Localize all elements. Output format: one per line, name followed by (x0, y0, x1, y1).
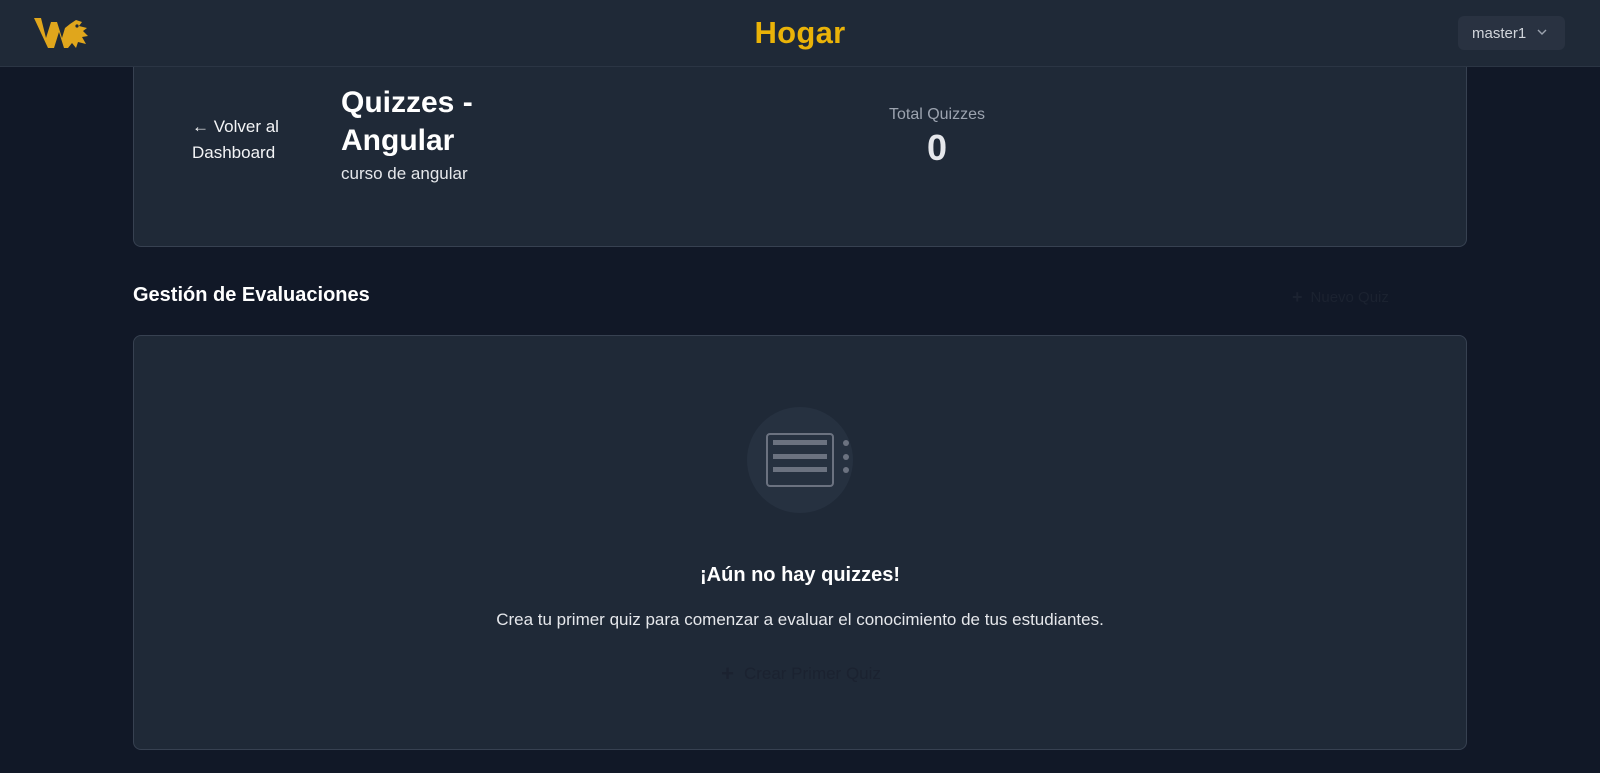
page-title: Quizzes - Angular (341, 86, 473, 157)
create-first-quiz-button[interactable]: + Crear Primer Quiz (711, 656, 891, 692)
arrow-left-icon: ← (192, 117, 209, 136)
back-to-dashboard-link[interactable]: ← Volver al Dashboard (192, 114, 312, 166)
section-title: Gestión de Evaluaciones (133, 284, 370, 306)
plus-icon: + (721, 661, 734, 686)
app-title: Hogar (754, 15, 846, 50)
course-subtitle: curso de angular (341, 164, 468, 183)
create-first-quiz-label: Crear Primer Quiz (743, 664, 881, 683)
chevron-down-icon (1536, 25, 1548, 42)
empty-state-card: ¡Aún no hay quizzes! Crea tu primer quiz… (133, 335, 1467, 750)
username-label: master1 (1472, 24, 1527, 42)
new-quiz-label: Nuevo Quiz (1310, 288, 1389, 306)
empty-state-title: ¡Aún no hay quizzes! (700, 564, 900, 586)
empty-state-description: Crea tu primer quiz para comenzar a eval… (496, 610, 1104, 629)
top-navbar: Hogar master1 (0, 0, 1600, 67)
user-menu-dropdown[interactable]: master1 (1458, 16, 1565, 50)
new-quiz-button[interactable]: + Nuevo Quiz (1292, 284, 1468, 310)
total-quizzes-label: Total Quizzes (888, 106, 986, 123)
quiz-list-icon (747, 407, 853, 513)
plus-icon: + (1292, 286, 1303, 307)
course-header-card: ← Volver al Dashboard Quizzes - Angular … (133, 67, 1467, 247)
total-quizzes-count: 0 (926, 127, 948, 168)
